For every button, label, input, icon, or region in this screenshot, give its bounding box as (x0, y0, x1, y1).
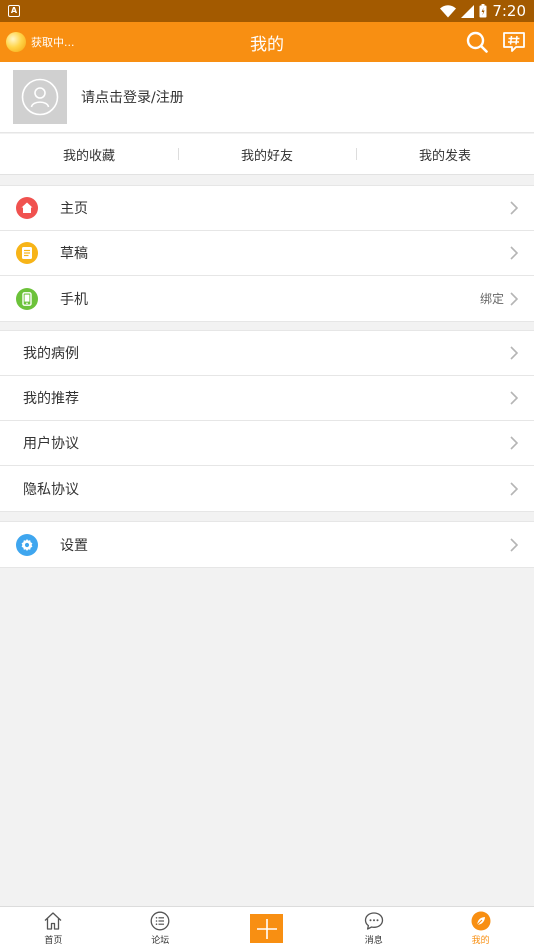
menu-item-label: 隐私协议 (23, 481, 79, 498)
topic-hashtag-icon[interactable] (502, 31, 526, 53)
chevron-right-icon (510, 391, 518, 405)
menu-item-settings[interactable]: 设置 (0, 522, 534, 567)
tab-forum[interactable]: 论坛 (107, 907, 214, 950)
menu-item-label: 手机 (60, 291, 88, 308)
page-title: 我的 (250, 34, 284, 55)
menu-item-phone[interactable]: 手机 绑定 (0, 276, 534, 321)
menu-group-settings: 设置 (0, 521, 534, 568)
clock-time: 7:20 (492, 2, 526, 20)
menu-item-privacy-policy[interactable]: 隐私协议 (0, 466, 534, 511)
menu-item-label: 主页 (60, 201, 88, 217)
tab-label: 消息 (364, 936, 383, 946)
menu-item-label: 草稿 (60, 246, 88, 262)
weather-status: 获取中... (31, 36, 75, 49)
menu-item-label: 我的推荐 (23, 391, 79, 407)
tab-mine[interactable]: 我的 (427, 907, 534, 950)
tab-publish[interactable] (214, 907, 321, 950)
user-placeholder-icon (21, 78, 59, 116)
my-favorites-link[interactable]: 我的收藏 (0, 145, 178, 164)
wifi-icon (440, 4, 457, 17)
chevron-right-icon (510, 201, 518, 215)
menu-item-label: 设置 (60, 537, 88, 554)
home-icon (16, 197, 38, 219)
signal-icon (461, 4, 475, 18)
menu-group-secondary: 我的病例 我的推荐 用户协议 隐私协议 (0, 330, 534, 512)
battery-icon (479, 4, 487, 18)
home-outline-icon (44, 912, 62, 930)
phone-icon (16, 287, 38, 310)
list-icon (150, 911, 170, 931)
chevron-right-icon (510, 291, 518, 306)
menu-item-my-cases[interactable]: 我的病例 (0, 331, 534, 376)
tab-messages[interactable]: 消息 (320, 907, 427, 950)
menu-item-user-agreement[interactable]: 用户协议 (0, 421, 534, 466)
menu-item-my-recommendations[interactable]: 我的推荐 (0, 376, 534, 421)
gear-icon (16, 533, 38, 556)
tab-label: 首页 (44, 936, 63, 946)
phone-bind-status: 绑定 (479, 292, 504, 306)
menu-item-label: 用户协议 (23, 436, 79, 452)
profile-header[interactable]: 请点击登录/注册 (0, 62, 534, 133)
plus-icon (250, 914, 284, 943)
tab-home[interactable]: 首页 (0, 907, 107, 950)
chevron-right-icon (510, 537, 518, 552)
weather-widget[interactable]: 获取中... (6, 32, 75, 52)
menu-group-primary: 主页 草稿 手机 绑定 (0, 185, 534, 322)
chat-bubble-icon (364, 912, 383, 930)
bottom-tab-bar: 首页 论坛 消息 我的 (0, 906, 534, 950)
quick-links-bar: 我的收藏 我的好友 我的发表 (0, 134, 534, 175)
menu-item-label: 我的病例 (23, 346, 79, 362)
draft-icon (16, 242, 38, 264)
status-bar: A 7:20 (0, 0, 534, 22)
profile-leaf-icon (471, 911, 491, 931)
my-friends-link[interactable]: 我的好友 (178, 145, 356, 164)
login-register-link[interactable]: 请点击登录/注册 (81, 87, 184, 107)
tab-label: 我的 (471, 936, 490, 946)
chevron-right-icon (510, 346, 518, 360)
search-icon[interactable] (466, 31, 488, 53)
chevron-right-icon (510, 246, 518, 260)
avatar[interactable] (13, 70, 67, 124)
top-bar: 获取中... 我的 (0, 22, 534, 62)
app-notification-icon: A (8, 5, 20, 17)
weather-sun-icon (6, 32, 26, 52)
menu-item-homepage[interactable]: 主页 (0, 186, 534, 231)
my-posts-link[interactable]: 我的发表 (356, 145, 534, 164)
chevron-right-icon (510, 481, 518, 496)
tab-label: 论坛 (151, 936, 170, 946)
menu-item-drafts[interactable]: 草稿 (0, 231, 534, 276)
chevron-right-icon (510, 436, 518, 450)
